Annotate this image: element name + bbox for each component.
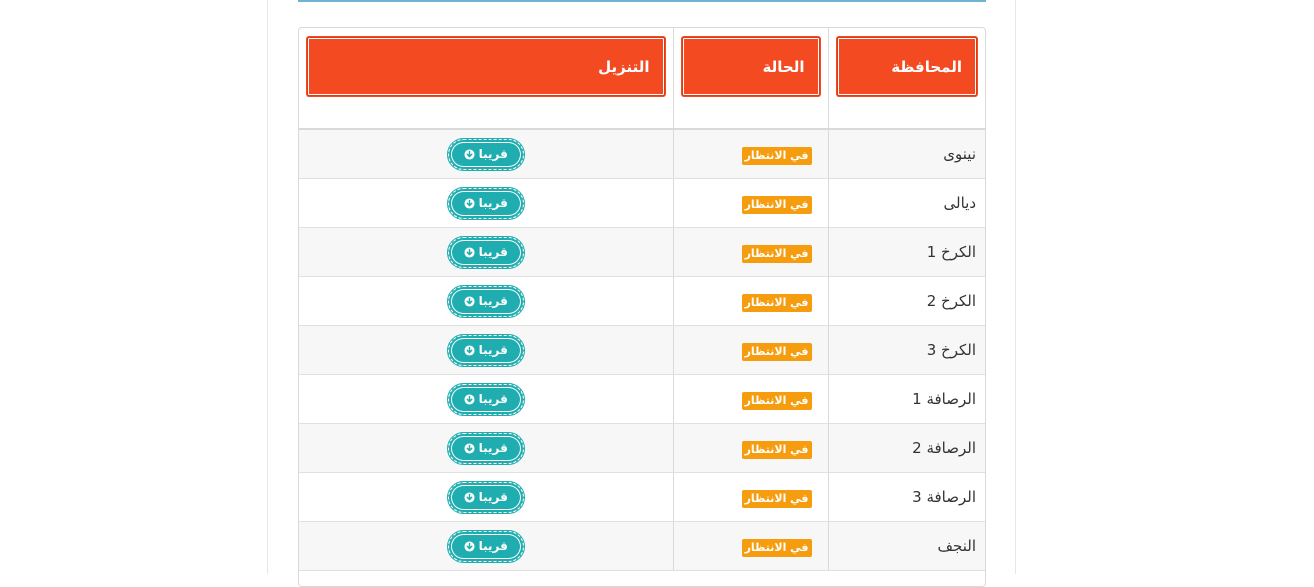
governorate-name: الرصافة 3 bbox=[912, 488, 976, 506]
arrow-circle-down-icon bbox=[464, 295, 475, 307]
table-row: النجف في الانتظار قريبا bbox=[299, 521, 985, 571]
cell-download: قريبا bbox=[299, 129, 673, 179]
governorate-name: ديالى bbox=[943, 194, 977, 212]
cell-download: قريبا bbox=[299, 178, 673, 228]
cell-governorate: ديالى bbox=[827, 178, 985, 228]
cell-status: في الانتظار bbox=[672, 276, 828, 326]
header-download[interactable]: التنزيل bbox=[307, 37, 665, 96]
table-header-row: المحافظة الحالة التنزيل bbox=[299, 28, 985, 130]
governorate-name: الكرخ 1 bbox=[926, 243, 976, 261]
cell-status: في الانتظار bbox=[672, 325, 828, 375]
cell-download: قريبا bbox=[299, 276, 673, 326]
status-badge: في الانتظار bbox=[741, 342, 812, 361]
table-body: نينوى في الانتظار قريبا ديالى في الانتظار قري… bbox=[299, 129, 985, 571]
header-cell-download: التنزيل bbox=[299, 28, 673, 130]
cell-governorate: الرصافة 2 bbox=[827, 423, 985, 473]
download-soon-button[interactable]: قريبا bbox=[446, 186, 525, 220]
governorate-name: الكرخ 3 bbox=[926, 341, 976, 359]
download-button-label: قريبا bbox=[478, 441, 508, 455]
table-row: الرصافة 3 في الانتظار قريبا bbox=[299, 472, 985, 522]
status-badge: في الانتظار bbox=[741, 391, 812, 410]
governorate-name: الرصافة 1 bbox=[912, 390, 976, 408]
table-row: نينوى في الانتظار قريبا bbox=[299, 129, 985, 179]
cell-download: قريبا bbox=[299, 325, 673, 375]
status-badge: في الانتظار bbox=[741, 538, 812, 557]
governorate-name: النجف bbox=[937, 537, 976, 555]
cell-governorate: الرصافة 3 bbox=[827, 472, 985, 522]
download-button-label: قريبا bbox=[478, 294, 508, 308]
cell-status: في الانتظار bbox=[672, 129, 828, 179]
cell-download: قريبا bbox=[299, 374, 673, 424]
table-row: الرصافة 2 في الانتظار قريبا bbox=[299, 423, 985, 473]
download-button-label: قريبا bbox=[478, 147, 508, 161]
header-status[interactable]: الحالة bbox=[681, 37, 820, 96]
cell-status: في الانتظار bbox=[672, 521, 828, 571]
status-badge: في الانتظار bbox=[741, 195, 812, 214]
download-button-label: قريبا bbox=[478, 245, 508, 259]
download-soon-button[interactable]: قريبا bbox=[446, 529, 525, 563]
governorate-name: الرصافة 2 bbox=[912, 439, 976, 457]
download-soon-button[interactable]: قريبا bbox=[446, 382, 525, 416]
arrow-circle-down-icon bbox=[464, 197, 475, 209]
results-table: المحافظة الحالة التنزيل نينوى في الانتظار… bbox=[299, 28, 985, 571]
header-cell-governorate: المحافظة bbox=[827, 28, 985, 130]
governorate-name: الكرخ 2 bbox=[926, 292, 976, 310]
cell-governorate: الكرخ 1 bbox=[827, 227, 985, 277]
download-button-label: قريبا bbox=[478, 196, 508, 210]
header-cell-status: الحالة bbox=[672, 28, 828, 130]
status-badge: في الانتظار bbox=[741, 244, 812, 263]
cell-status: في الانتظار bbox=[672, 472, 828, 522]
download-button-label: قريبا bbox=[478, 343, 508, 357]
governorate-name: نينوى bbox=[943, 145, 976, 163]
cell-governorate: الرصافة 1 bbox=[827, 374, 985, 424]
table-row: الكرخ 1 في الانتظار قريبا bbox=[299, 227, 985, 277]
status-badge: في الانتظار bbox=[741, 146, 812, 165]
download-soon-button[interactable]: قريبا bbox=[446, 284, 525, 318]
table-row: ديالى في الانتظار قريبا bbox=[299, 178, 985, 228]
cell-status: في الانتظار bbox=[672, 374, 828, 424]
cell-status: في الانتظار bbox=[672, 227, 828, 277]
download-button-label: قريبا bbox=[478, 539, 508, 553]
cell-governorate: الكرخ 2 bbox=[827, 276, 985, 326]
download-soon-button[interactable]: قريبا bbox=[446, 480, 525, 514]
download-soon-button[interactable]: قريبا bbox=[446, 333, 525, 367]
cell-governorate: النجف bbox=[827, 521, 985, 571]
cell-governorate: نينوى bbox=[827, 129, 985, 179]
arrow-circle-down-icon bbox=[464, 246, 475, 258]
cell-status: في الانتظار bbox=[672, 178, 828, 228]
cell-download: قريبا bbox=[299, 521, 673, 571]
cell-download: قريبا bbox=[299, 472, 673, 522]
cell-status: في الانتظار bbox=[672, 423, 828, 473]
header-governorate[interactable]: المحافظة bbox=[836, 37, 977, 96]
top-divider bbox=[298, 0, 986, 2]
arrow-circle-down-icon bbox=[464, 148, 475, 160]
content-panel: المحافظة الحالة التنزيل نينوى في الانتظار… bbox=[267, 0, 1016, 587]
arrow-circle-down-icon bbox=[464, 491, 475, 503]
table-row: الكرخ 3 في الانتظار قريبا bbox=[299, 325, 985, 375]
arrow-circle-down-icon bbox=[464, 540, 475, 552]
download-soon-button[interactable]: قريبا bbox=[446, 235, 525, 269]
results-table-container: المحافظة الحالة التنزيل نينوى في الانتظار… bbox=[298, 27, 986, 587]
cell-governorate: الكرخ 3 bbox=[827, 325, 985, 375]
cell-download: قريبا bbox=[299, 423, 673, 473]
table-row: الرصافة 1 في الانتظار قريبا bbox=[299, 374, 985, 424]
status-badge: في الانتظار bbox=[741, 489, 812, 508]
download-soon-button[interactable]: قريبا bbox=[446, 137, 525, 171]
arrow-circle-down-icon bbox=[464, 344, 475, 356]
arrow-circle-down-icon bbox=[464, 442, 475, 454]
cell-download: قريبا bbox=[299, 227, 673, 277]
status-badge: في الانتظار bbox=[741, 440, 812, 459]
download-button-label: قريبا bbox=[478, 490, 508, 504]
arrow-circle-down-icon bbox=[464, 393, 475, 405]
table-row: الكرخ 2 في الانتظار قريبا bbox=[299, 276, 985, 326]
download-soon-button[interactable]: قريبا bbox=[446, 431, 525, 465]
status-badge: في الانتظار bbox=[741, 293, 812, 312]
download-button-label: قريبا bbox=[478, 392, 508, 406]
